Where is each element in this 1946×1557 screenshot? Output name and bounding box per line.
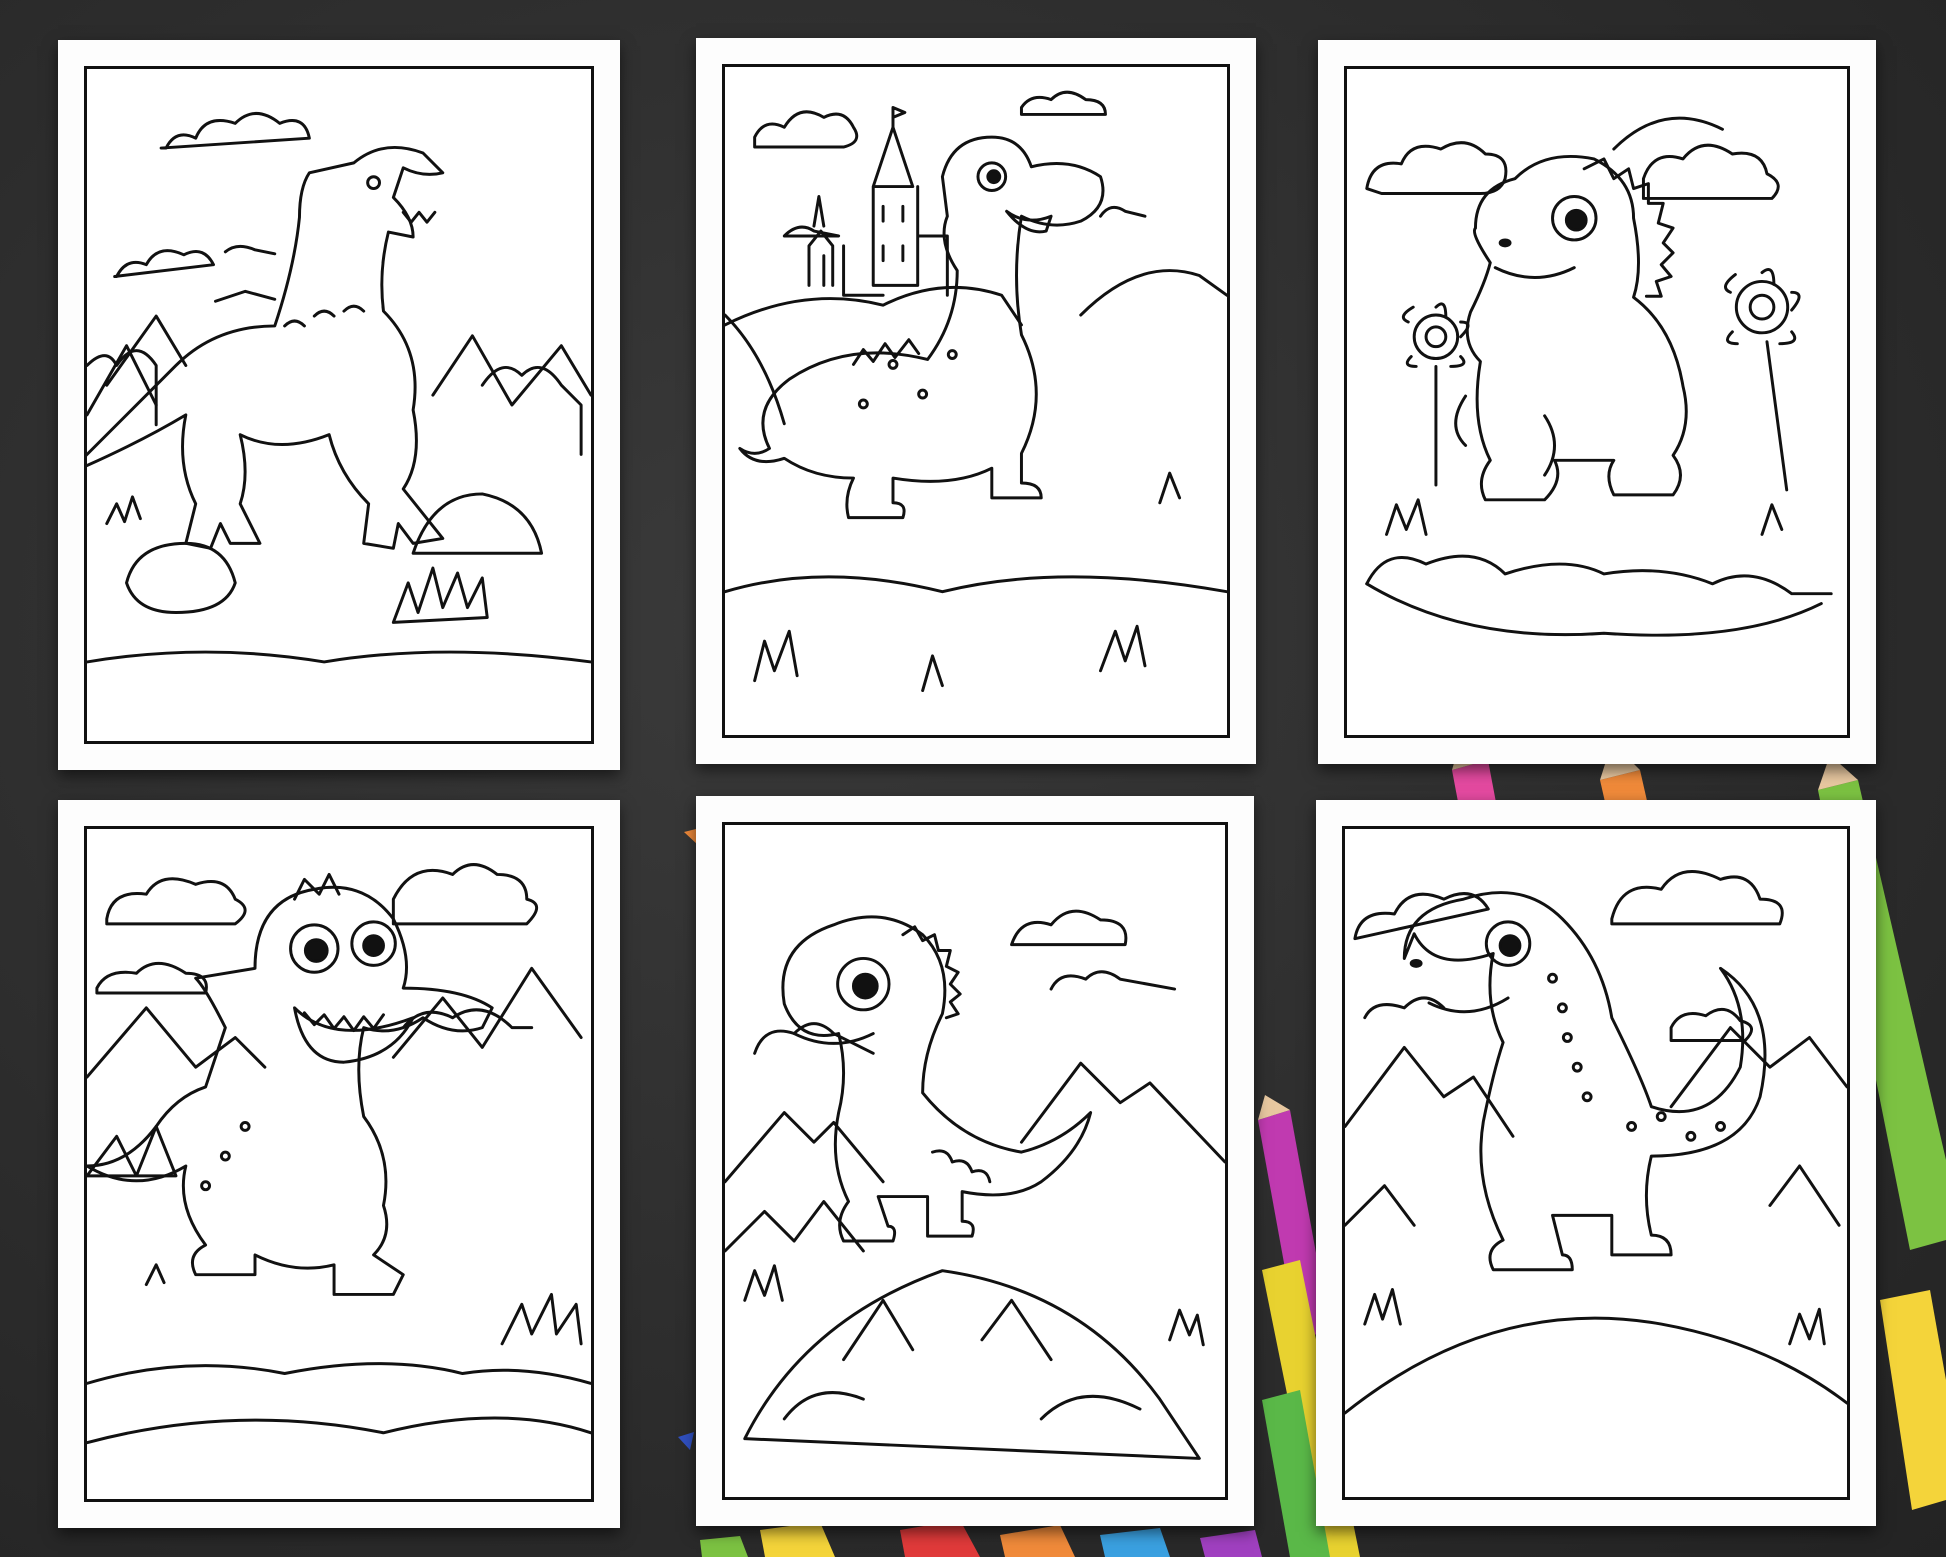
coloring-page-6[interactable]	[1316, 800, 1876, 1526]
page-frame	[1344, 66, 1850, 738]
page-frame	[722, 64, 1230, 738]
page-frame	[1342, 826, 1850, 1500]
page-frame	[84, 826, 594, 1502]
page-frame	[722, 822, 1228, 1500]
coloring-page-2[interactable]	[696, 38, 1256, 764]
coloring-page-1[interactable]	[58, 40, 620, 770]
castle-dino-icon	[725, 90, 1227, 693]
flower-dino-icon	[1365, 116, 1833, 637]
coloring-page-3[interactable]	[1318, 40, 1876, 764]
spotted-dino-icon	[1345, 870, 1847, 1415]
page-frame	[84, 66, 594, 744]
coloring-page-5[interactable]	[696, 796, 1254, 1526]
coloring-page-4[interactable]	[58, 800, 620, 1528]
scene	[0, 0, 1946, 1557]
smiling-dino-icon	[87, 863, 591, 1445]
rock-dino-icon	[725, 909, 1225, 1460]
t-rex-icon	[87, 111, 591, 664]
flower	[1724, 268, 1801, 492]
pencil-yellow	[1880, 1290, 1946, 1510]
flower	[1401, 302, 1470, 487]
